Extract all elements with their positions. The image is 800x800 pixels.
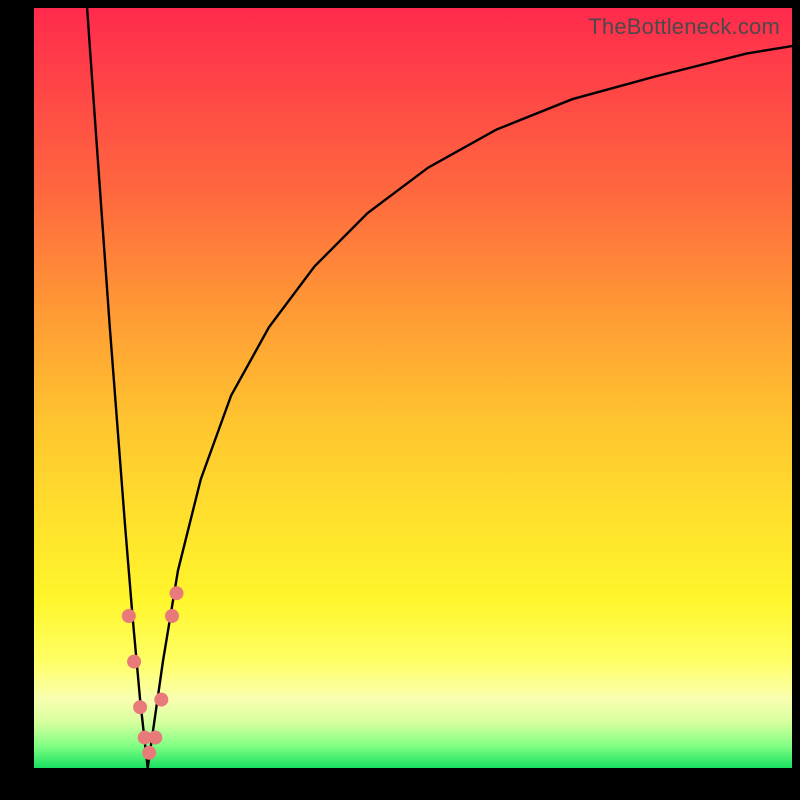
marker-dot (127, 655, 141, 669)
marker-dot (154, 693, 168, 707)
marker-dot (148, 731, 162, 745)
chart-frame: TheBottleneck.com (0, 0, 800, 800)
bottleneck-curve (87, 8, 792, 768)
marker-dot (165, 609, 179, 623)
marker-dot (122, 609, 136, 623)
marker-dot (170, 586, 184, 600)
chart-svg (34, 8, 792, 768)
notch-markers (122, 586, 184, 760)
chart-plot-area: TheBottleneck.com (34, 8, 792, 768)
marker-dot (133, 700, 147, 714)
marker-dot (142, 746, 156, 760)
